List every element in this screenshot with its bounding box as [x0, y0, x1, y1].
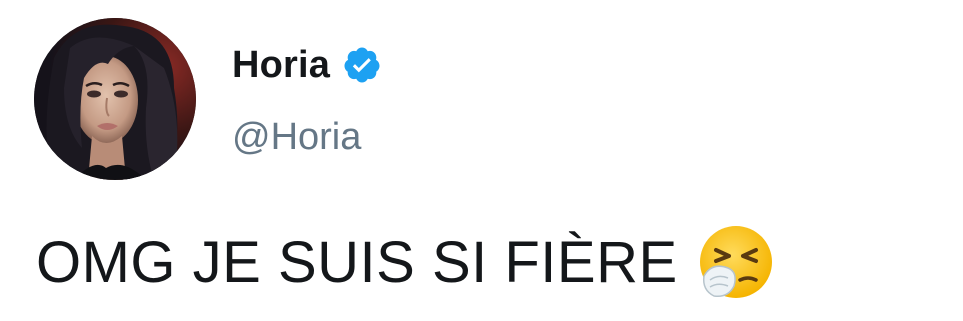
tweet-body: OMG JE SUIS SI FIÈRE: [36, 222, 774, 302]
display-name[interactable]: Horia: [232, 44, 330, 87]
user-handle[interactable]: @Horia: [232, 116, 361, 159]
verified-badge-icon: [342, 45, 382, 85]
profile-photo: [34, 18, 196, 180]
tweet-text: OMG JE SUIS SI FIÈRE: [36, 229, 678, 295]
tweet-card: Horia @Horia OMG JE SUIS SI FIÈRE: [0, 0, 963, 321]
avatar[interactable]: [34, 18, 196, 180]
author-name-row: Horia: [232, 40, 382, 90]
sneezing-face-emoji-icon: [698, 224, 774, 300]
